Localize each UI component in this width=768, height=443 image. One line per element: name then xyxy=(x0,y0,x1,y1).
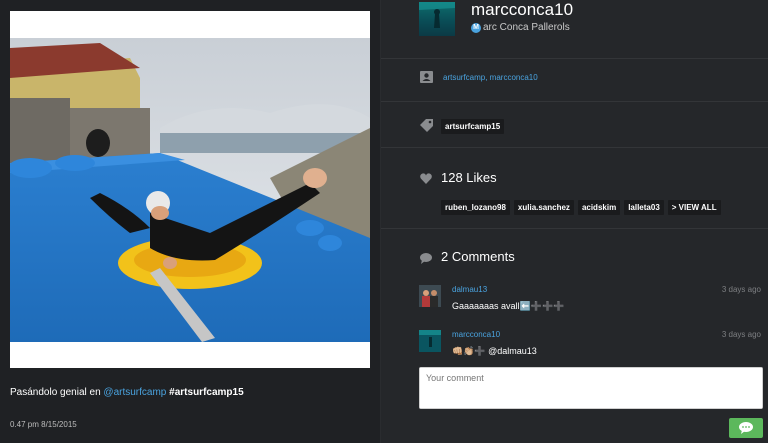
view-all-likes-button[interactable]: > VIEW ALL xyxy=(667,200,721,215)
comment-username[interactable]: dalmau13 xyxy=(452,285,487,294)
heart-icon xyxy=(419,171,433,185)
person-tag-icon xyxy=(419,70,433,84)
post-date: 0.47 pm 8/15/2015 xyxy=(10,420,77,429)
post-photo[interactable] xyxy=(10,38,370,342)
diver-icon xyxy=(419,2,455,28)
comment-text: 👊🏼👏🏼➕ @dalmau13 xyxy=(452,346,537,356)
comment-item: marcconca10 3 days ago 👊🏼👏🏼➕ @dalmau13 xyxy=(419,330,764,360)
chat-bubble-icon xyxy=(739,422,753,434)
tag-icon xyxy=(419,118,433,132)
section-divider xyxy=(381,101,768,102)
caption-text: Pasándolo genial en xyxy=(10,387,104,398)
profile-username[interactable]: marcconca10 xyxy=(471,0,573,20)
comment-text: Gaaaaaaas avall⬅️➕➕➕ xyxy=(452,301,565,311)
post-caption: Pasándolo genial en @artsurfcamp #artsur… xyxy=(10,387,244,398)
comment-item: dalmau13 3 days ago Gaaaaaaas avall⬅️➕➕➕ xyxy=(419,285,764,315)
verified-badge-icon: M xyxy=(471,22,481,33)
section-divider xyxy=(381,228,768,229)
caption-mention-link[interactable]: @artsurfcamp xyxy=(103,387,166,398)
profile-fullname: M arc Conca Pallerols xyxy=(471,22,570,33)
likes-count[interactable]: 128 Likes xyxy=(441,170,497,185)
send-comment-button[interactable] xyxy=(729,418,763,438)
comment-input-box[interactable] xyxy=(419,367,763,409)
section-divider xyxy=(381,147,768,148)
profile-avatar[interactable] xyxy=(419,2,455,36)
comments-count: 2 Comments xyxy=(441,249,515,264)
liker-chip[interactable]: acidskim xyxy=(577,200,621,215)
media-panel: Pasándolo genial en @artsurfcamp #artsur… xyxy=(0,0,380,443)
likers-list: ruben_lozano98 xulia.sanchez acidskim lalle… xyxy=(441,197,725,215)
speech-bubble-icon xyxy=(419,251,433,265)
commenter-avatar[interactable] xyxy=(419,285,441,307)
comment-input[interactable] xyxy=(420,368,762,408)
tagged-users[interactable]: artsurfcamp, marcconca10 xyxy=(443,73,538,82)
liker-chip[interactable]: ruben_lozano98 xyxy=(441,200,510,215)
section-divider xyxy=(381,58,768,59)
liker-chip[interactable]: lalleta03 xyxy=(624,200,664,215)
caption-hashtag-link[interactable]: #artsurfcamp15 xyxy=(169,387,243,398)
comment-time: 3 days ago xyxy=(721,330,761,339)
commenter-avatar[interactable] xyxy=(419,330,441,352)
water-slide-photo xyxy=(10,38,370,342)
hashtag-chip[interactable]: artsurfcamp15 xyxy=(441,119,505,134)
hashtag-list: artsurfcamp15 xyxy=(441,116,508,134)
photo-frame xyxy=(10,11,370,368)
comment-time: 3 days ago xyxy=(721,285,761,294)
liker-chip[interactable]: xulia.sanchez xyxy=(513,200,574,215)
profile-fullname-text: arc Conca Pallerols xyxy=(483,22,570,33)
comment-username[interactable]: marcconca10 xyxy=(452,330,500,339)
